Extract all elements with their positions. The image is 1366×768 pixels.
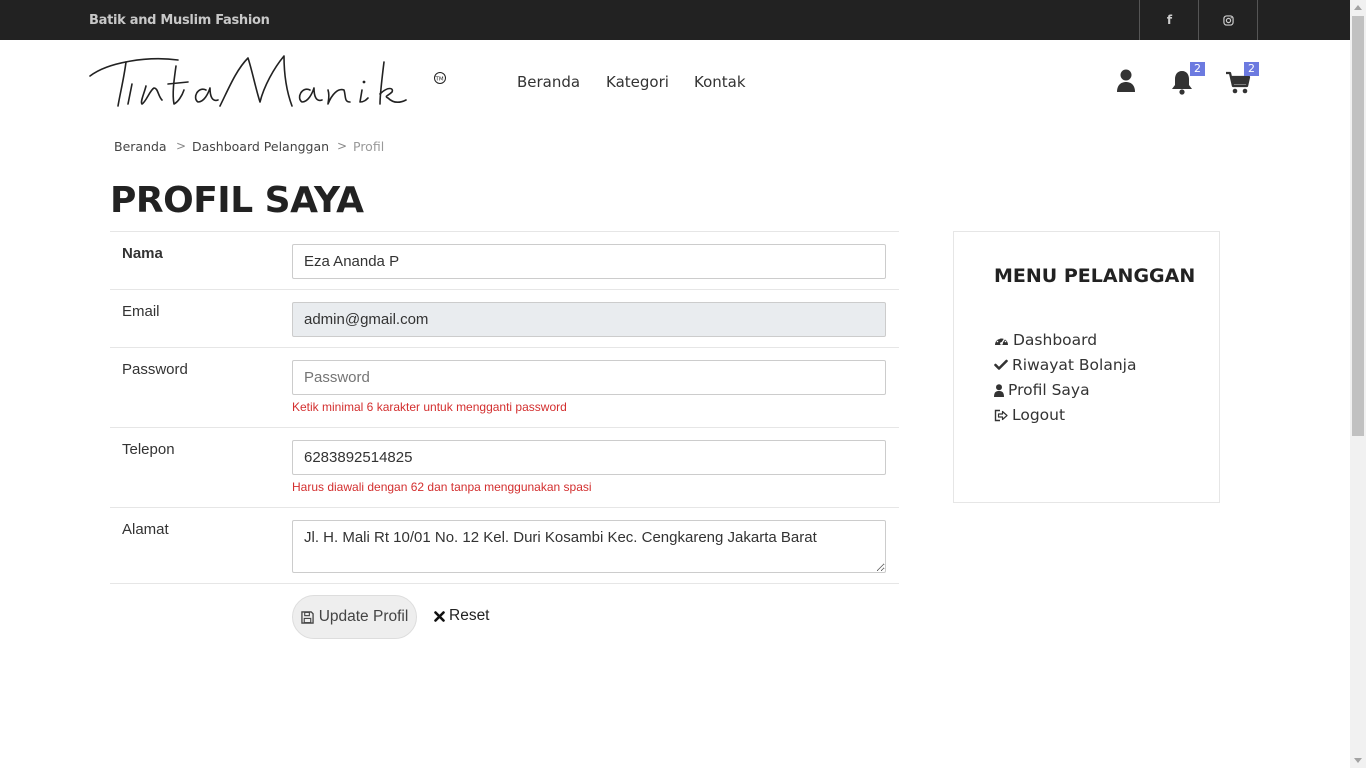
side-menu-riwayat-label: Riwayat Bolanja [1012, 356, 1137, 374]
telepon-field[interactable] [292, 440, 886, 475]
side-menu-logout-label: Logout [1012, 406, 1066, 424]
tagline: Batik and Muslim Fashion [89, 13, 270, 28]
password-field[interactable] [292, 360, 886, 395]
site-logo[interactable]: TM [88, 50, 450, 114]
logout-icon [994, 409, 1008, 421]
nama-field[interactable] [292, 244, 886, 279]
scroll-up-arrow[interactable] [1354, 5, 1362, 10]
nav-beranda[interactable]: Beranda [517, 73, 580, 91]
side-menu-logout[interactable]: Logout [994, 406, 1065, 424]
form-row-nama: Nama [110, 231, 899, 289]
form-row-email: Email [110, 289, 899, 347]
scroll-down-arrow[interactable] [1354, 758, 1362, 763]
email-field [292, 302, 886, 337]
alamat-field[interactable]: Jl. H. Mali Rt 10/01 No. 12 Kel. Duri Ko… [292, 520, 886, 573]
side-menu-profil[interactable]: Profil Saya [994, 381, 1090, 399]
check-icon [994, 359, 1008, 370]
form-row-telepon: Telepon Harus diawali dengan 62 dan tanp… [110, 427, 899, 507]
instagram-icon [1222, 14, 1234, 26]
facebook-link[interactable]: f [1139, 0, 1199, 40]
reset-button[interactable]: Reset [434, 607, 490, 625]
alamat-label: Alamat [122, 521, 169, 538]
scrollbar-thumb[interactable] [1352, 16, 1364, 436]
form-row-alamat: Alamat Jl. H. Mali Rt 10/01 No. 12 Kel. … [110, 507, 899, 584]
form-row-password: Password Ketik minimal 6 karakter untuk … [110, 347, 899, 427]
nav-kontak[interactable]: Kontak [694, 73, 746, 91]
notification-count-badge: 2 [1190, 62, 1205, 76]
side-menu-riwayat[interactable]: Riwayat Bolanja [994, 356, 1136, 374]
close-icon [434, 610, 445, 622]
side-menu-dashboard-label: Dashboard [1013, 331, 1098, 349]
cart-count-badge: 2 [1244, 62, 1259, 76]
side-menu-panel: MENU PELANGGAN Dashboard Riwayat Bolanja… [953, 231, 1220, 503]
facebook-icon: f [1166, 13, 1173, 27]
nama-label: Nama [122, 245, 163, 262]
update-profil-label: Update Profil [318, 608, 409, 625]
user-icon [994, 383, 1004, 397]
nav-kategori[interactable]: Kategori [606, 73, 669, 91]
breadcrumb-dashboard[interactable]: Dashboard Pelanggan [192, 139, 329, 154]
side-menu-title: MENU PELANGGAN [994, 265, 1196, 287]
side-menu-dashboard[interactable]: Dashboard [994, 331, 1097, 349]
telepon-label: Telepon [122, 441, 175, 458]
instagram-link[interactable] [1198, 0, 1258, 40]
breadcrumb-separator: > [337, 139, 348, 153]
breadcrumb-current: Profil [353, 139, 385, 154]
logo-script: TM [89, 55, 446, 107]
telepon-help-text: Harus diawali dengan 62 dan tanpa menggu… [292, 480, 592, 494]
account-button[interactable] [1114, 68, 1140, 96]
page-title: PROFIL SAYA [110, 180, 364, 221]
breadcrumb-separator: > [176, 139, 187, 153]
page-scrollbar[interactable] [1350, 0, 1366, 768]
top-bar: Batik and Muslim Fashion f [0, 0, 1350, 40]
side-menu-profil-label: Profil Saya [1008, 381, 1090, 399]
email-label: Email [122, 303, 160, 320]
breadcrumb-beranda[interactable]: Beranda [114, 139, 167, 154]
trademark-mark: TM [435, 77, 444, 83]
user-icon [1117, 69, 1135, 92]
update-profil-button[interactable]: Update Profil [292, 595, 417, 639]
dashboard-icon [995, 337, 1008, 345]
password-label: Password [122, 361, 188, 378]
reset-label: Reset [449, 607, 490, 624]
password-help-text: Ketik minimal 6 karakter untuk mengganti… [292, 400, 567, 414]
save-icon [300, 610, 314, 624]
